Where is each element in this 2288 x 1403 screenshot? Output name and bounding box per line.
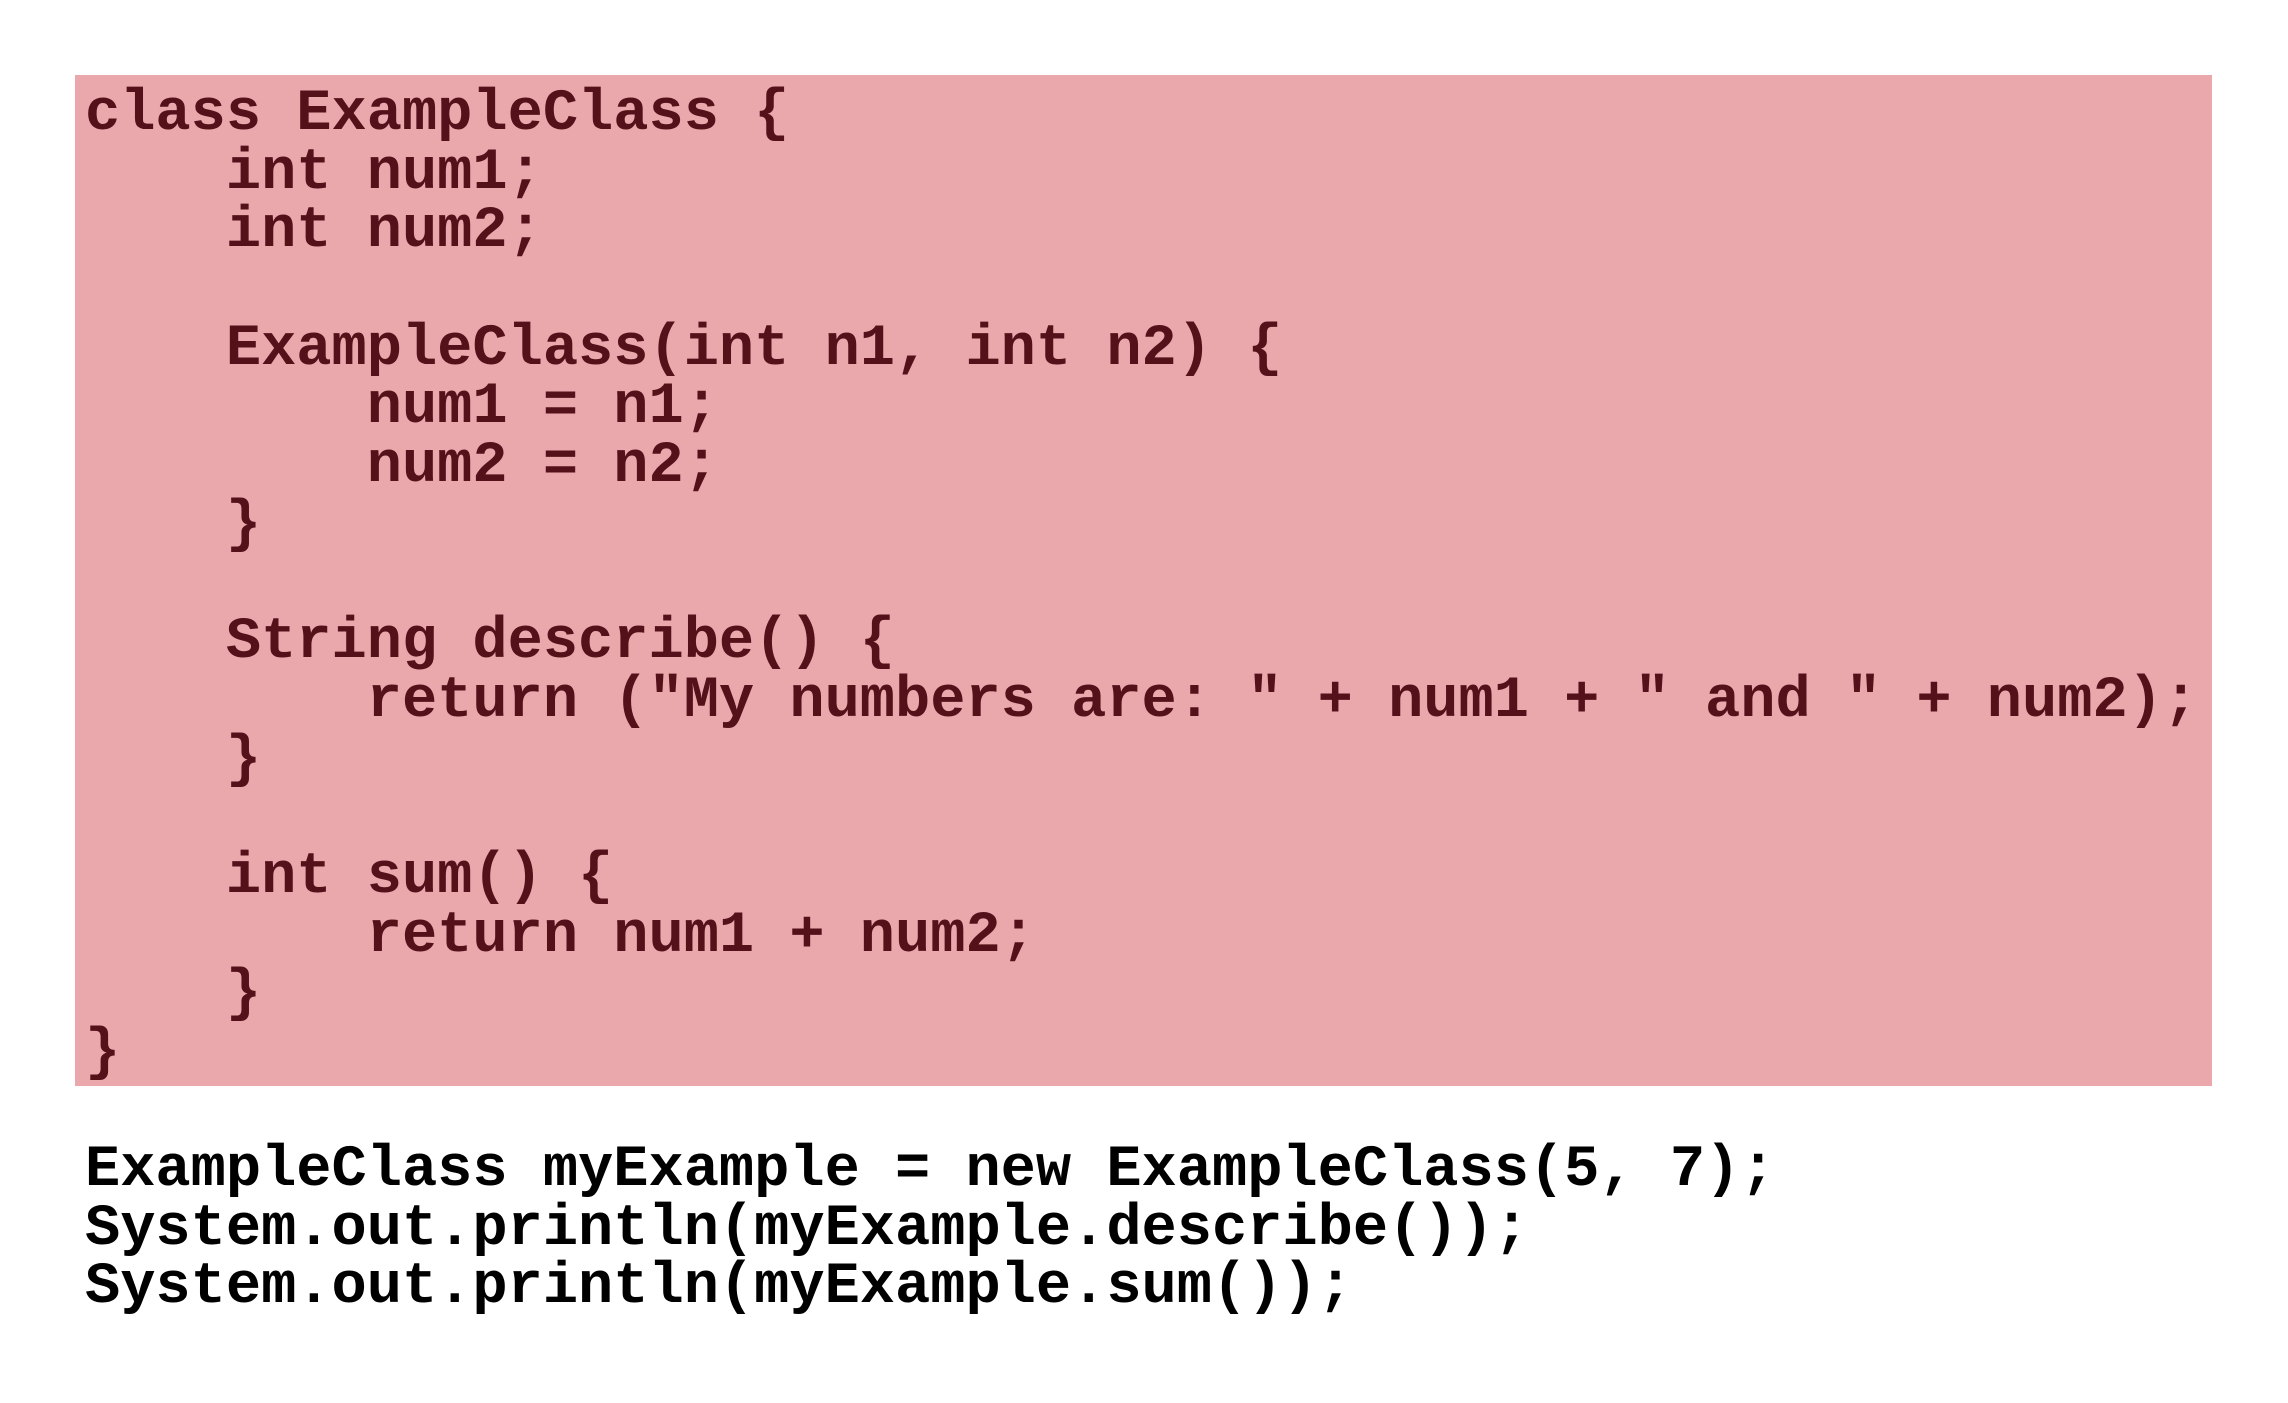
code-line: num1 = n1; (85, 373, 719, 441)
code-line: System.out.println(myExample.describe())… (85, 1194, 1529, 1262)
code-line: return num1 + num2; (85, 901, 1036, 969)
code-line: ExampleClass myExample = new ExampleClas… (85, 1136, 1776, 1203)
code-line: num2 = n2; (85, 432, 719, 500)
code-line: } (85, 490, 262, 558)
class-definition-code: class ExampleClass { int num1; int num2;… (85, 80, 2199, 1086)
code-line: int num2; (85, 197, 543, 265)
code-line: } (85, 725, 262, 793)
code-line: int num1; (85, 138, 543, 206)
code-line: int sum() { (85, 842, 614, 910)
code-line: System.out.println(myExample.sum()); (85, 1253, 1353, 1321)
code-line: } (85, 1019, 121, 1086)
usage-code: ExampleClass myExample = new ExampleClas… (85, 1136, 1776, 1321)
code-line: return ("My numbers are: " + num1 + " an… (85, 666, 2199, 734)
code-line: } (85, 960, 262, 1028)
code-line: class ExampleClass { (85, 80, 790, 147)
code-line: String describe() { (85, 608, 896, 676)
code-line: ExampleClass(int n1, int n2) { (85, 314, 1283, 382)
